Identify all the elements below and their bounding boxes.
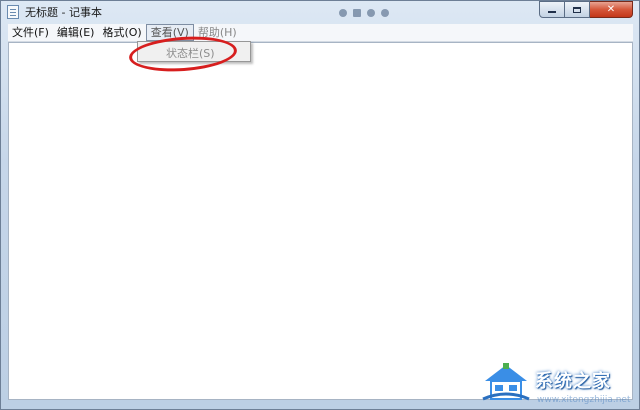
notepad-icon[interactable] [7, 5, 19, 19]
title-bar[interactable]: 无标题 - 记事本 ✕ [1, 1, 639, 23]
text-editor-area[interactable] [8, 42, 633, 400]
watermark-url: www.xitongzhijia.net [537, 395, 631, 405]
watermark: 系统之家 www.xitongzhijia.net [477, 355, 635, 407]
blurred-icon [367, 9, 375, 17]
window-title: 无标题 - 记事本 [25, 6, 102, 19]
watermark-text: 系统之家 [535, 371, 611, 392]
blurred-icon [381, 9, 389, 17]
blurred-icon [339, 9, 347, 17]
minimize-button[interactable] [539, 1, 565, 18]
blurred-icon [353, 9, 361, 17]
house-logo-icon [482, 363, 530, 401]
maximize-button[interactable] [565, 1, 590, 18]
maximize-icon [573, 6, 581, 13]
close-button[interactable]: ✕ [590, 1, 633, 18]
window-controls: ✕ [539, 1, 633, 18]
menu-bar: 文件(F) 编辑(E) 格式(O) 查看(V) 帮助(H) [8, 24, 633, 42]
menu-file[interactable]: 文件(F) [8, 24, 53, 41]
minimize-icon [548, 10, 556, 13]
titlebar-blurred-icons [339, 7, 409, 19]
menu-format[interactable]: 格式(O) [98, 24, 145, 41]
notepad-window: 无标题 - 记事本 ✕ 文件(F) 编辑(E) 格式(O) 查看(V) 帮助(H… [0, 0, 640, 410]
menu-edit[interactable]: 编辑(E) [53, 24, 99, 41]
close-icon: ✕ [606, 4, 616, 15]
